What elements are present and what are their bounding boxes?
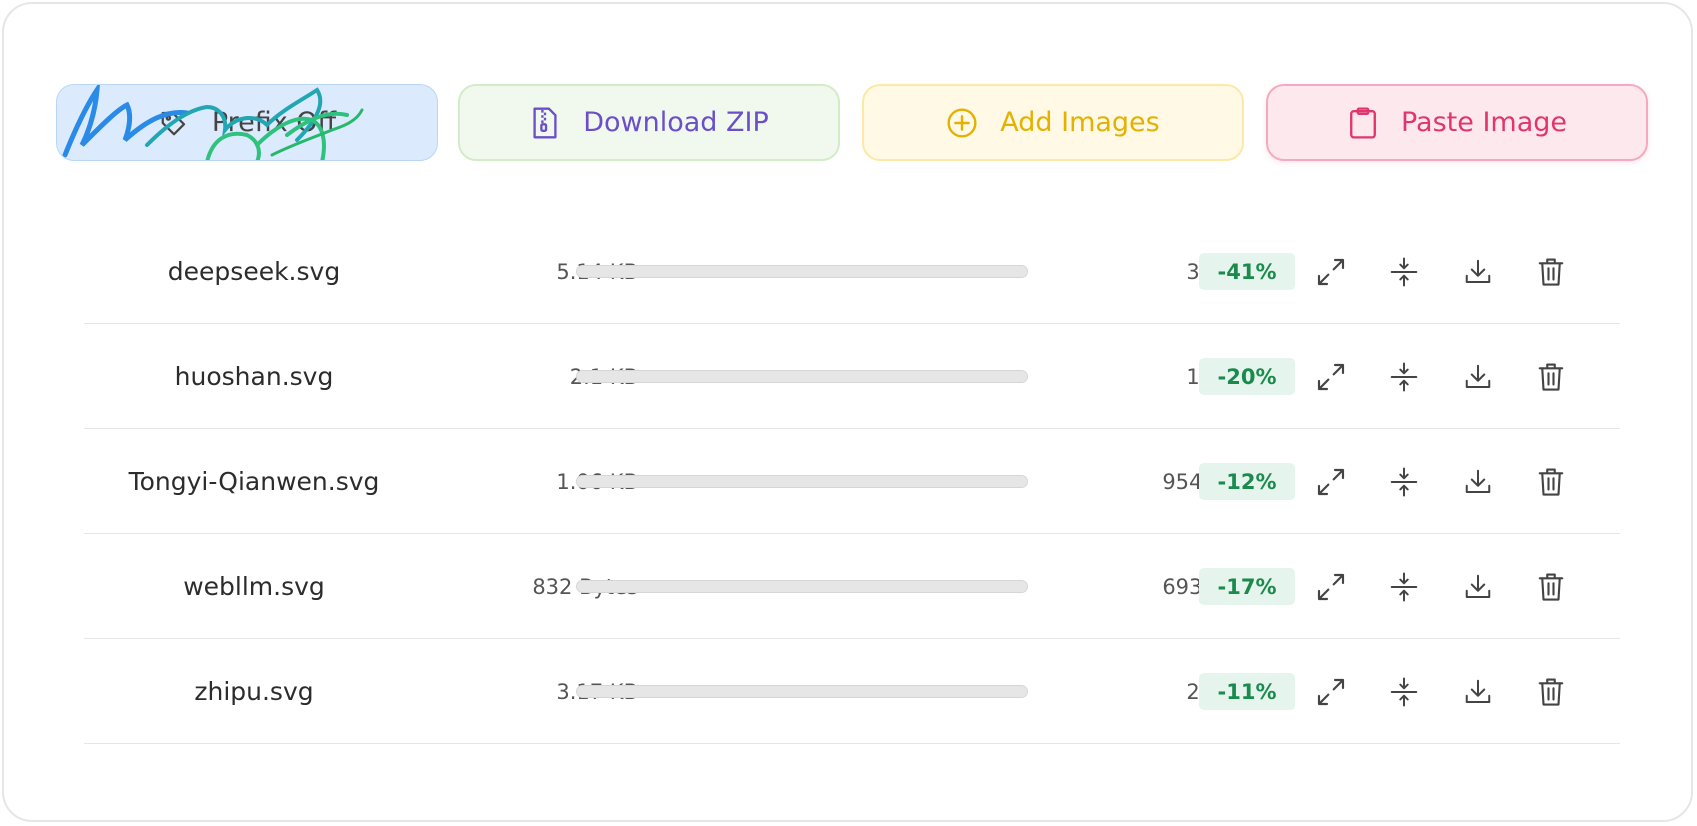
trash-icon [1538, 468, 1564, 496]
file-row: Tongyi-Qianwen.svg 1.06 KB 954 Bytes -12… [84, 429, 1620, 534]
download-button[interactable] [1461, 465, 1495, 499]
reduction-badge: -41% [1199, 253, 1295, 290]
zip-file-icon [529, 105, 561, 141]
plus-circle-icon [946, 105, 978, 141]
expand-button[interactable] [1314, 570, 1348, 604]
progress-fill [577, 686, 1027, 697]
trash-icon [1538, 678, 1564, 706]
delete-button[interactable] [1534, 255, 1568, 289]
progress-bar [576, 265, 1028, 278]
progress-bar [576, 685, 1028, 698]
compress-button[interactable] [1387, 465, 1421, 499]
delete-button[interactable] [1534, 570, 1568, 604]
expand-button[interactable] [1314, 465, 1348, 499]
progress-fill [577, 581, 1027, 592]
reduction-badge: -11% [1199, 673, 1295, 710]
download-button[interactable] [1461, 255, 1495, 289]
download-zip-label: Download ZIP [583, 107, 769, 138]
download-icon [1465, 679, 1491, 703]
expand-icon [1317, 573, 1345, 601]
download-button[interactable] [1461, 360, 1495, 394]
trash-icon [1538, 363, 1564, 391]
clipboard-icon [1347, 105, 1379, 141]
expand-button[interactable] [1314, 360, 1348, 394]
compress-icon [1390, 467, 1418, 497]
compress-button[interactable] [1387, 675, 1421, 709]
download-icon [1465, 259, 1491, 283]
compress-icon [1390, 362, 1418, 392]
progress-fill [577, 371, 1027, 382]
download-icon [1465, 574, 1491, 598]
reduction-badge: -20% [1199, 358, 1295, 395]
file-name: huoshan.svg [174, 362, 334, 391]
download-zip-button[interactable]: Download ZIP [458, 84, 840, 161]
add-images-button[interactable]: Add Images [862, 84, 1244, 161]
trash-icon [1538, 258, 1564, 286]
compress-icon [1390, 572, 1418, 602]
reduction-badge: -17% [1199, 568, 1295, 605]
download-button[interactable] [1461, 570, 1495, 604]
delete-button[interactable] [1534, 675, 1568, 709]
progress-bar [576, 370, 1028, 383]
file-row: huoshan.svg 2.1 KB 1.67 KB -20% [84, 324, 1620, 429]
expand-button[interactable] [1314, 255, 1348, 289]
download-button[interactable] [1461, 675, 1495, 709]
file-name: zhipu.svg [194, 677, 314, 706]
expand-button[interactable] [1314, 675, 1348, 709]
delete-button[interactable] [1534, 465, 1568, 499]
compress-button[interactable] [1387, 255, 1421, 289]
expand-icon [1317, 678, 1345, 706]
prefix-toggle-button[interactable]: Prefix Off [56, 84, 438, 161]
expand-icon [1317, 363, 1345, 391]
reduction-badge: -12% [1199, 463, 1295, 500]
expand-icon [1317, 258, 1345, 286]
expand-icon [1317, 468, 1345, 496]
file-name: Tongyi-Qianwen.svg [128, 467, 380, 496]
progress-bar [576, 580, 1028, 593]
compress-icon [1390, 677, 1418, 707]
toolbar: Prefix Off Download ZIP Add Images Paste… [56, 84, 1650, 161]
paste-image-label: Paste Image [1400, 107, 1568, 138]
progress-fill [577, 266, 1027, 277]
compress-icon [1390, 257, 1418, 287]
file-row: webllm.svg 832 Bytes 693 Bytes -17% [84, 534, 1620, 639]
progress-fill [577, 476, 1027, 487]
compress-button[interactable] [1387, 570, 1421, 604]
trash-icon [1538, 573, 1564, 601]
add-images-label: Add Images [1000, 107, 1160, 138]
progress-bar [576, 475, 1028, 488]
download-icon [1465, 469, 1491, 493]
prefix-button-label: Prefix Off [211, 107, 337, 138]
file-list: deepseek.svg 5.14 KB 3.05 KB -41% huosha [84, 219, 1620, 744]
file-name: deepseek.svg [167, 257, 341, 286]
main-card: Prefix Off Download ZIP Add Images Paste… [2, 2, 1693, 822]
file-row: deepseek.svg 5.14 KB 3.05 KB -41% [84, 219, 1620, 324]
delete-button[interactable] [1534, 360, 1568, 394]
file-row: zhipu.svg 3.17 KB 2.83 KB -11% [84, 639, 1620, 744]
download-icon [1465, 364, 1491, 388]
file-name: webllm.svg [183, 572, 325, 601]
paste-image-button[interactable]: Paste Image [1266, 84, 1648, 161]
tag-icon [158, 105, 190, 141]
compress-button[interactable] [1387, 360, 1421, 394]
